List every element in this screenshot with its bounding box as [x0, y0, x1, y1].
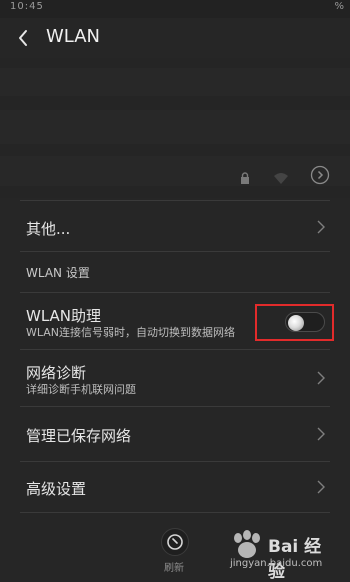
wifi-icon — [273, 169, 289, 184]
menu-item-label: 管理已保存网络 — [26, 427, 132, 445]
menu-item-subtitle: 详细诊断手机联网问题 — [26, 383, 136, 396]
page-title: WLAN — [46, 26, 101, 47]
chevron-right-icon — [316, 370, 326, 386]
menu-item-other[interactable]: 其他... — [0, 201, 350, 251]
blur-strip — [0, 68, 350, 96]
refresh-button[interactable] — [161, 528, 189, 556]
menu-item-label: 其他... — [26, 220, 71, 238]
menu-item-advanced-settings[interactable]: 高级设置 — [0, 462, 350, 512]
menu-item-label: WLAN助理 — [26, 307, 102, 325]
refresh-label: 刷新 — [164, 563, 184, 574]
network-row-icons — [240, 164, 330, 184]
chevron-right-icon — [316, 426, 326, 442]
lock-icon — [240, 169, 250, 184]
refresh-icon — [162, 534, 188, 559]
header: WLAN — [0, 18, 350, 58]
menu-item-manage-saved-networks[interactable]: 管理已保存网络 — [0, 407, 350, 461]
status-bar: 10:45 % — [0, 0, 350, 18]
back-icon[interactable] — [12, 26, 36, 50]
toggle-knob — [288, 315, 304, 331]
blur-strip — [0, 110, 350, 144]
menu-item-subtitle: WLAN连接信号弱时，自动切换到数据网络 — [26, 326, 236, 339]
divider — [20, 512, 330, 513]
section-title: WLAN 设置 — [26, 266, 90, 280]
network-detail-button[interactable] — [310, 165, 330, 185]
baidu-jingyan-watermark: Bai 经验 jingyan.baidu.com — [228, 526, 338, 582]
status-battery-text: % — [334, 1, 344, 12]
chevron-right-icon — [316, 219, 326, 235]
divider — [20, 251, 330, 252]
menu-item-label: 网络诊断 — [26, 364, 87, 382]
chevron-right-icon — [316, 479, 326, 495]
menu-item-network-diagnosis[interactable]: 网络诊断 详细诊断手机联网问题 — [0, 350, 350, 406]
watermark-domain: jingyan.baidu.com — [230, 558, 323, 569]
wlan-assistant-toggle[interactable] — [285, 312, 325, 332]
status-time: 10:45 — [10, 1, 44, 12]
menu-item-label: 高级设置 — [26, 480, 87, 498]
watermark-brand: Bai 经验 — [268, 537, 322, 582]
